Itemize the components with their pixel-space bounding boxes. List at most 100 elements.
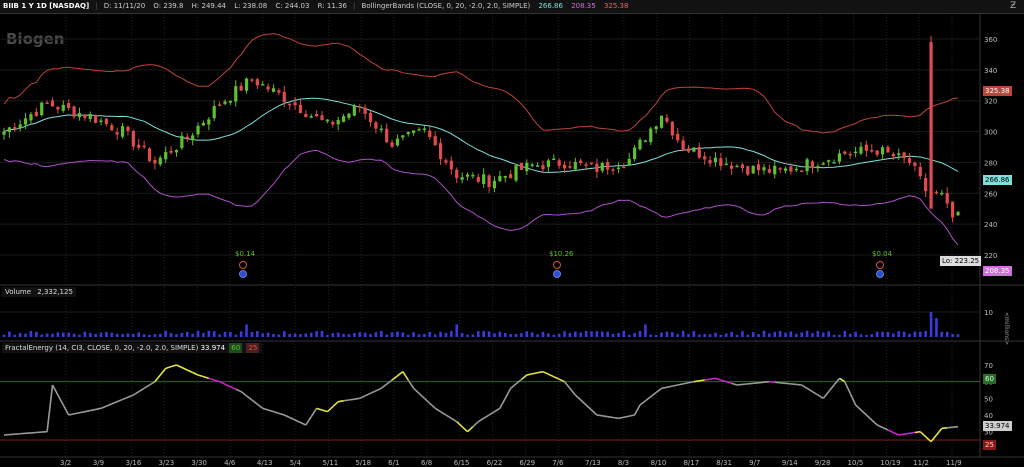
fe-line-segment [596, 414, 603, 417]
candle-body [783, 168, 788, 171]
volume-bar [460, 333, 464, 337]
volume-bar [455, 324, 459, 337]
date-axis-tick: 8/10 [651, 459, 667, 467]
chart-canvas[interactable]: 360 340 320 300 280 260 240 220 3/2 3/9 3/16 3/23 3/… [0, 0, 1024, 467]
volume-bar [450, 330, 453, 337]
candle-body [568, 166, 572, 168]
low-price-label: Lo: 223.25 [940, 256, 982, 266]
candle-body [719, 158, 723, 166]
candle-body [433, 136, 437, 146]
fe-line-segment [488, 410, 495, 416]
fe-line-segment [947, 426, 953, 429]
fe-line-segment [580, 399, 587, 406]
volume-bar [590, 331, 593, 337]
fe-25-tag: 25 [983, 440, 996, 450]
volume-bar [304, 333, 308, 337]
candle-body [309, 116, 313, 118]
volume-bar [223, 331, 227, 337]
fe-line-segment [563, 381, 571, 389]
volume-bar [633, 332, 636, 337]
fe-line-segment [898, 433, 905, 436]
price-axis-tick: 220 [984, 252, 997, 260]
fe-line-segment [176, 364, 183, 369]
candle-body [406, 131, 410, 135]
volume-panel-label[interactable]: Volume 2,332,125 [2, 287, 76, 297]
fe-line-segment [380, 383, 388, 389]
volume-bar [363, 332, 367, 337]
candle-body [169, 150, 173, 153]
fe-line-segment [267, 409, 274, 413]
candle-body [730, 165, 734, 169]
candle-body [870, 149, 874, 152]
volume-bar [843, 330, 847, 337]
fe-line-segment [316, 407, 323, 411]
fe-60-tag: 60 [983, 374, 996, 384]
fractal-energy-panel-label[interactable]: FractalEnergy (14, CI3, CLOSE, 0, 20, -2… [2, 343, 263, 353]
fe-line-segment [876, 424, 883, 429]
volume-bar [536, 334, 539, 337]
fe-line-segment [364, 392, 371, 397]
volume-bar [13, 334, 17, 337]
bb-upper-tag: 325.38 [983, 86, 1012, 96]
date-axis-tick: 10/19 [880, 459, 900, 467]
volume-bar [660, 332, 663, 337]
fe-line-segment [785, 382, 791, 385]
volume-bar [153, 334, 157, 337]
volume-bar [514, 333, 518, 337]
fe-line-segment [504, 387, 512, 399]
candle-body [298, 104, 303, 114]
fe-line-segment [526, 373, 533, 376]
volume-bar [854, 331, 857, 337]
candle-body [708, 160, 712, 164]
volume-bar [390, 332, 394, 337]
fe-line-segment [909, 431, 916, 435]
volume-bar [326, 334, 329, 337]
volume-bar [132, 333, 135, 337]
date-axis-tick: 5/18 [355, 459, 371, 467]
earnings-marker-icon [876, 270, 884, 278]
candle-body [773, 165, 777, 175]
date-axis-tick: 3/23 [158, 459, 174, 467]
volume-bar [665, 331, 669, 337]
candle-body [471, 174, 475, 177]
candle-body [61, 104, 65, 111]
volume-bar [929, 311, 933, 337]
volume-bar [552, 334, 556, 337]
fe-line-segment [402, 371, 409, 381]
volume-bar [175, 334, 178, 337]
fe-line-segment [865, 414, 873, 421]
candle-body [821, 163, 825, 165]
candle-body [616, 167, 621, 170]
volume-bar [83, 331, 87, 337]
candle-body [902, 152, 906, 159]
volume-bar [282, 331, 286, 337]
fe-axis-tick: 50 [984, 395, 993, 403]
date-axis-tick: 8/3 [618, 459, 629, 467]
fe-line-segment [693, 380, 700, 383]
volume-bar [503, 332, 507, 337]
candle-body [724, 163, 728, 166]
fe-line-segment [46, 384, 54, 432]
volume-bar [2, 334, 6, 337]
date-axis-tick: 5/4 [290, 459, 302, 467]
fe-line-segment [138, 387, 145, 393]
fe-line-segment [396, 371, 404, 377]
candle-body [697, 146, 701, 158]
fe-line-segment [682, 381, 689, 385]
candle-body [530, 164, 534, 166]
candle-body [562, 164, 567, 169]
candle-body [422, 128, 427, 131]
volume-bar [401, 332, 405, 337]
candle-body [374, 122, 378, 129]
volume-bar [320, 330, 324, 337]
candle-body [234, 86, 238, 102]
volume-bar [956, 334, 960, 337]
candle-body [331, 121, 335, 125]
fe-line-segment [235, 388, 242, 393]
price-axis-tick: 340 [984, 67, 997, 75]
candle-body [606, 162, 610, 170]
fe-line-segment [251, 399, 258, 405]
volume-bar [918, 331, 922, 337]
fe-line-segment [882, 426, 889, 431]
candle-body [940, 192, 944, 195]
